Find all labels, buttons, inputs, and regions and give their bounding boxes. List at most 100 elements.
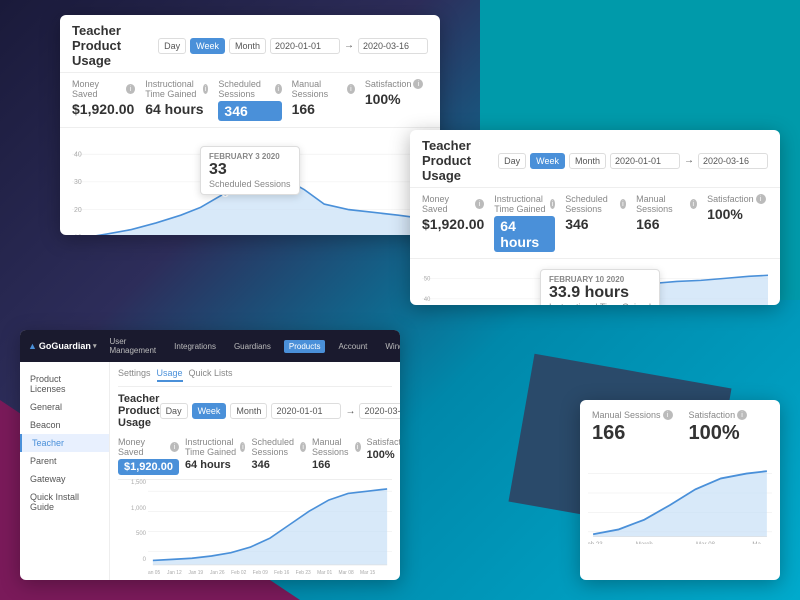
svg-text:Jan 26: Jan 26	[210, 570, 225, 575]
svg-text:Mar 01: Mar 01	[317, 570, 332, 575]
card1-day-btn[interactable]: Day	[158, 38, 186, 54]
card2-month-btn[interactable]: Month	[569, 153, 606, 169]
y-label: 500	[118, 531, 148, 537]
info-icon: i	[300, 442, 306, 452]
tab-quick-lists[interactable]: Quick Lists	[189, 368, 233, 382]
card2-chart: February 10 2020 33.9 hours Instructiona…	[410, 259, 780, 305]
card3-week-btn[interactable]: Week	[192, 403, 227, 419]
svg-text:Ma: Ma	[752, 541, 761, 544]
svg-text:Mar 08: Mar 08	[696, 541, 715, 544]
card3-time-value: 64 hours	[185, 459, 246, 471]
info-icon: i	[413, 79, 423, 89]
nav-products[interactable]: Products	[284, 340, 326, 353]
info-icon: i	[203, 84, 208, 94]
info-icon: i	[737, 410, 747, 420]
card1-money-value: $1,920.00	[72, 101, 135, 117]
card4-chart: Feb 23 March Mar 08 Ma	[580, 455, 780, 555]
card1-date-start[interactable]	[270, 38, 340, 54]
nav-bar: ▲ GoGuardian ▾ User Management Integrati…	[20, 330, 400, 362]
card2-stat-sessions: Scheduled Sessions i 346	[565, 194, 626, 252]
card4-chart-svg: Feb 23 March Mar 08 Ma	[588, 459, 772, 544]
card3-stat-sessions: Scheduled Sessions i 346	[251, 437, 306, 475]
nav-guardians[interactable]: Guardians	[229, 340, 276, 353]
sidebar-teacher[interactable]: Teacher	[20, 434, 109, 452]
nav-user-management[interactable]: User Management	[104, 335, 161, 357]
card3-day-btn[interactable]: Day	[160, 403, 188, 419]
sidebar-parent[interactable]: Parent	[20, 452, 109, 470]
card1-week-btn[interactable]: Week	[190, 38, 225, 54]
tooltip-value: 33.9 hours	[549, 284, 651, 302]
sidebar-general[interactable]: General	[20, 398, 109, 416]
card3-title: Teacher Product Usage	[118, 393, 160, 429]
svg-text:40: 40	[74, 149, 82, 159]
card4-manual-value: 166	[592, 422, 673, 445]
card3-stat-time: Instructional Time Gained i 64 hours	[185, 437, 246, 475]
info-icon: i	[620, 199, 626, 209]
card3-stats-row: Money Saved i $1,920.00 Instructional Ti…	[118, 433, 392, 480]
card2-manual-value: 166	[636, 216, 697, 232]
card3-sessions-value: 346	[251, 459, 306, 471]
sidebar-gateway[interactable]: Gateway	[20, 470, 109, 488]
card3-date-end[interactable]	[359, 403, 400, 419]
info-icon: i	[275, 84, 282, 94]
tab-settings[interactable]: Settings	[118, 368, 151, 382]
card2-stat-money: Money Saved i $1,920.00	[422, 194, 484, 252]
tooltip-date: February 10 2020	[549, 275, 651, 284]
card4-satisfaction: Satisfaction i 100%	[689, 410, 748, 445]
sidebar-beacon[interactable]: Beacon	[20, 416, 109, 434]
card2-date-end[interactable]	[698, 153, 768, 169]
card1: Teacher Product Usage Day Week Month → M…	[60, 15, 440, 235]
info-icon: i	[126, 84, 135, 94]
y-label: 1,000	[118, 506, 148, 512]
tooltip-date: February 3 2020	[209, 152, 291, 161]
card1-chart: February 3 2020 33 Scheduled Sessions 40…	[60, 128, 440, 235]
svg-text:Feb 23: Feb 23	[296, 570, 311, 575]
svg-text:Mar 15: Mar 15	[360, 570, 375, 575]
y-label: 1,500	[118, 480, 148, 486]
sidebar-product-licenses[interactable]: Product Licenses	[20, 370, 109, 398]
info-icon: i	[475, 199, 484, 209]
nav-integrations[interactable]: Integrations	[169, 340, 221, 353]
card1-stat-time: Instructional Time Gained i 64 hours	[145, 79, 208, 121]
card2-week-btn[interactable]: Week	[530, 153, 565, 169]
nav-windows[interactable]: Windows	[380, 340, 400, 353]
svg-text:20: 20	[74, 204, 82, 214]
svg-text:Feb 23: Feb 23	[588, 541, 603, 544]
card2-satisfaction-value: 100%	[707, 206, 768, 222]
card4-stats: Manual Sessions i 166 Satisfaction i 100…	[580, 400, 780, 455]
card2-money-value: $1,920.00	[422, 216, 484, 232]
card4: Manual Sessions i 166 Satisfaction i 100…	[580, 400, 780, 580]
nav-account[interactable]: Account	[333, 340, 372, 353]
svg-text:March: March	[636, 541, 653, 544]
card1-satisfaction-value: 100%	[365, 91, 428, 107]
card3: ▲ GoGuardian ▾ User Management Integrati…	[20, 330, 400, 580]
tab-usage[interactable]: Usage	[157, 368, 183, 382]
info-icon: i	[756, 194, 766, 204]
info-icon: i	[170, 442, 179, 452]
card3-date-controls: Day Week Month →	[160, 403, 400, 419]
info-icon: i	[690, 199, 698, 209]
card1-stat-manual: Manual Sessions i 166	[292, 79, 355, 121]
svg-text:Mar 08: Mar 08	[339, 570, 354, 575]
card3-month-btn[interactable]: Month	[230, 403, 267, 419]
card2-stats: Money Saved i $1,920.00 Instructional Ti…	[410, 188, 780, 259]
tooltip-label: Instructional Time Gained	[549, 302, 651, 305]
sidebar-quick-install[interactable]: Quick Install Guide	[20, 488, 109, 516]
card3-date-start[interactable]	[271, 403, 341, 419]
card2-day-btn[interactable]: Day	[498, 153, 526, 169]
card1-date-end[interactable]	[358, 38, 428, 54]
svg-text:Feb 02: Feb 02	[231, 570, 246, 575]
card2-tooltip: February 10 2020 33.9 hours Instructiona…	[540, 269, 660, 305]
card1-month-btn[interactable]: Month	[229, 38, 266, 54]
card3-y-axis: 1,500 1,000 500 0	[118, 480, 148, 575]
card2-date-start[interactable]	[610, 153, 680, 169]
card2: Teacher Product Usage Day Week Month → M…	[410, 130, 780, 305]
svg-text:50: 50	[424, 276, 431, 282]
card4-satisfaction-value: 100%	[689, 422, 748, 445]
card2-stat-satisfaction: Satisfaction i 100%	[707, 194, 768, 252]
card3-main: Settings Usage Quick Lists Teacher Produ…	[110, 362, 400, 580]
info-icon: i	[550, 199, 555, 209]
tabs-row: Settings Usage Quick Lists	[118, 368, 392, 387]
card1-title: Teacher Product Usage	[72, 23, 158, 68]
svg-text:Feb 16: Feb 16	[274, 570, 289, 575]
